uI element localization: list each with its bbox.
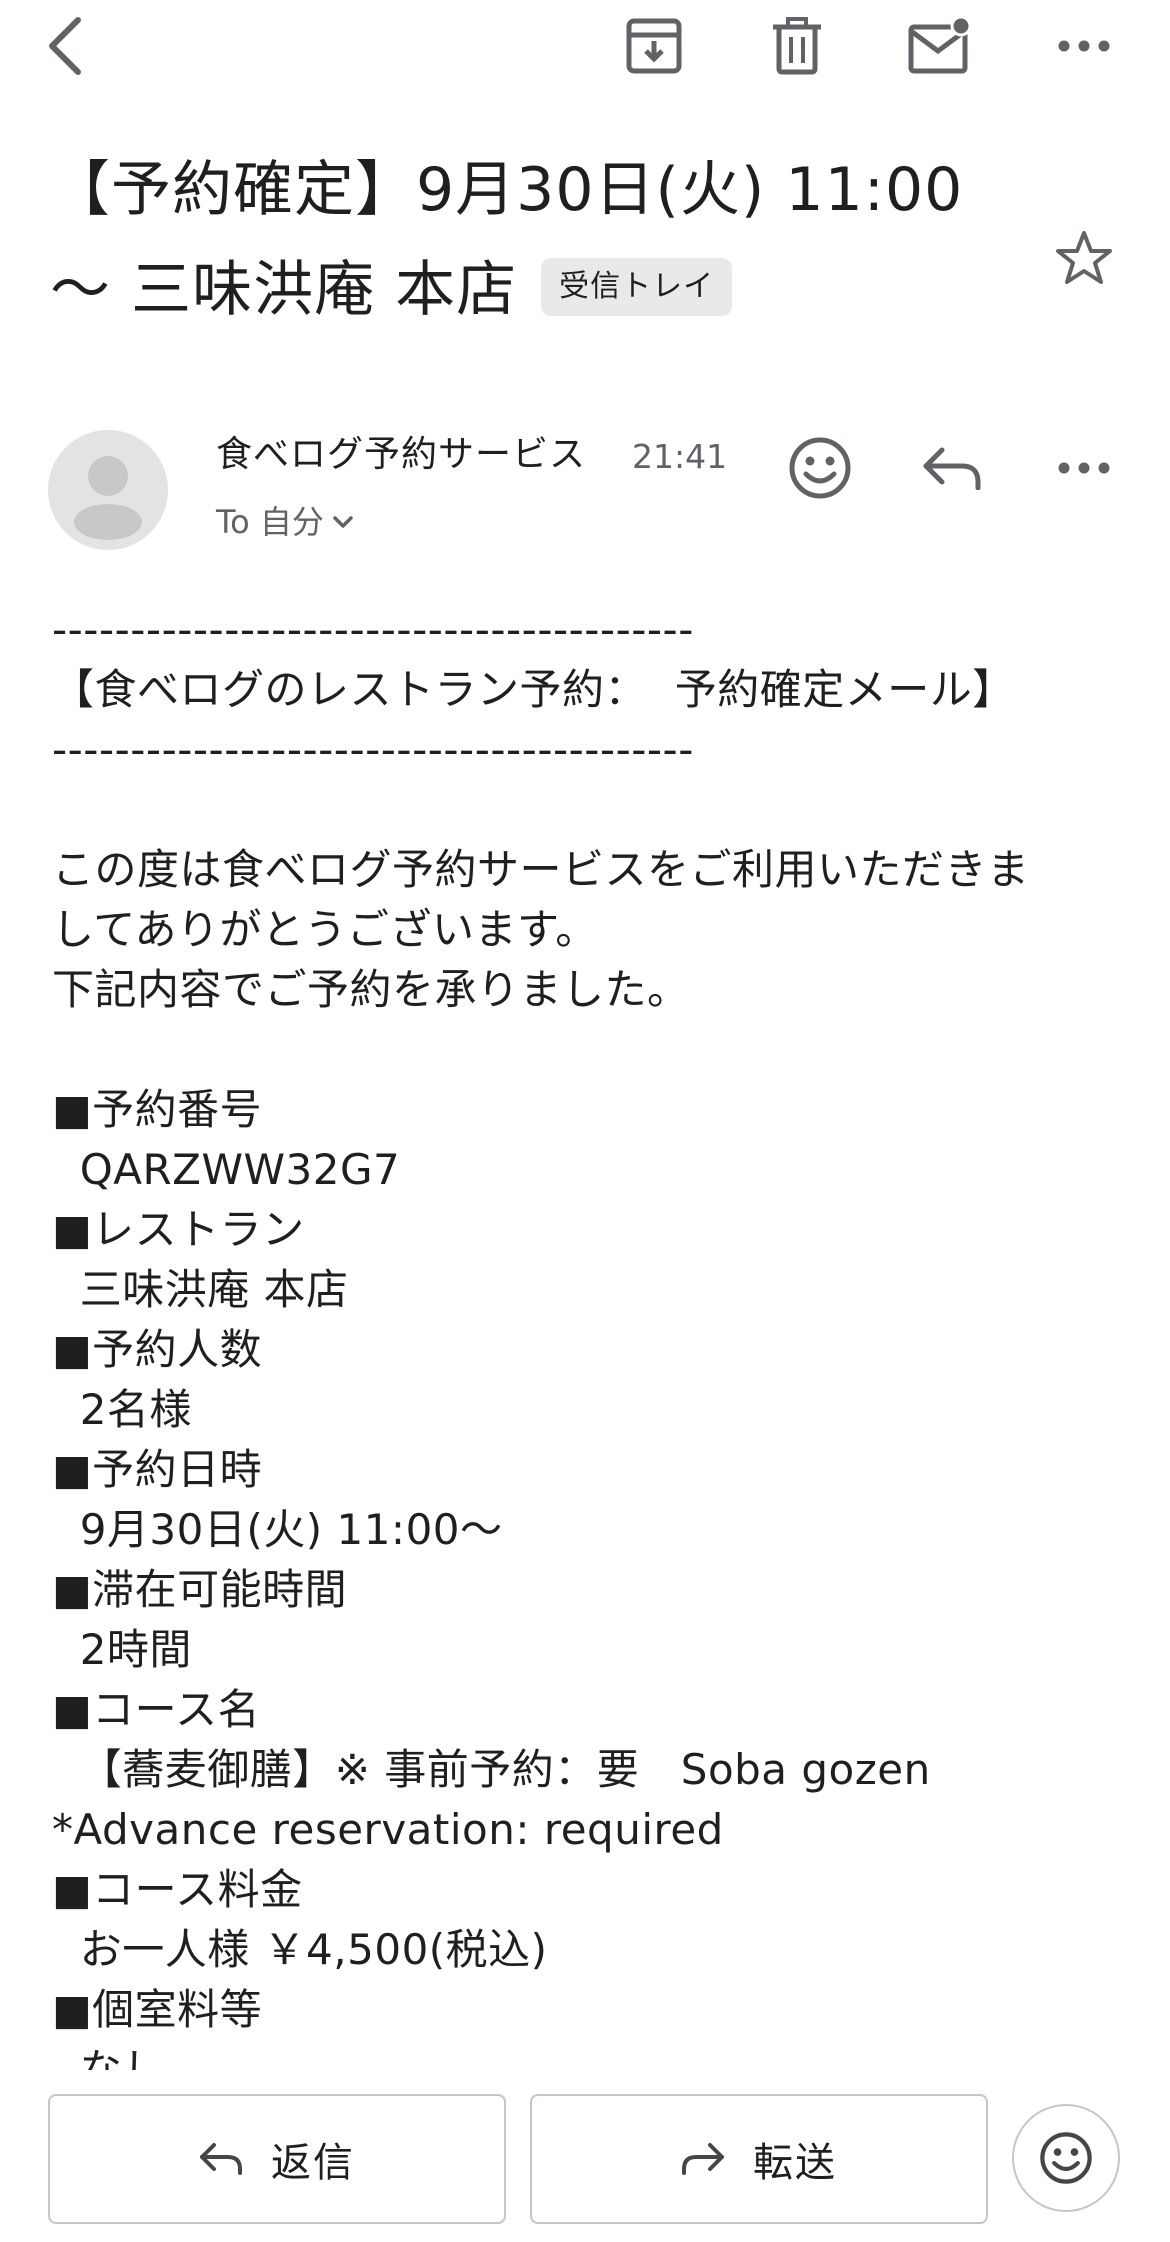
more-horizontal-icon [1058, 462, 1110, 474]
recipient-label: To 自分 [216, 503, 324, 541]
recipient-toggle[interactable]: To 自分 [216, 496, 354, 548]
star-button[interactable] [1048, 222, 1120, 294]
reply-icon [200, 2143, 242, 2175]
more-horizontal-icon [1058, 40, 1110, 52]
archive-button[interactable] [618, 10, 690, 82]
add-reaction-button[interactable] [780, 428, 860, 508]
more-options-button[interactable] [1048, 10, 1120, 82]
sender-name[interactable]: 食べログ予約サービス [216, 428, 586, 482]
forward-icon [682, 2143, 724, 2175]
chevron-down-icon [332, 515, 354, 529]
archive-icon [626, 18, 682, 74]
message-more-button[interactable] [1044, 428, 1124, 508]
emoji-reaction-button[interactable] [1012, 2104, 1120, 2212]
subject-title: 【予約確定】9月30日(火) 11:00 〜 三味洪庵 本店 [50, 155, 964, 325]
emoji-icon [1040, 2132, 1092, 2184]
reply-label: 返信 [271, 2140, 355, 2186]
sender-avatar[interactable] [48, 430, 168, 550]
back-button[interactable] [30, 10, 102, 82]
received-time: 21:41 [632, 437, 728, 476]
email-subject: 【予約確定】9月30日(火) 11:00 〜 三味洪庵 本店 受信トレイ [50, 140, 1010, 340]
forward-button[interactable]: 転送 [530, 2094, 988, 2224]
back-arrow-icon [49, 17, 81, 75]
person-icon [74, 456, 142, 540]
mail-unread-icon [908, 17, 972, 74]
reply-button[interactable]: 返信 [48, 2094, 506, 2224]
star-icon [1056, 231, 1112, 284]
mark-unread-button[interactable] [904, 10, 976, 82]
reply-icon [923, 447, 981, 490]
inbox-label-chip[interactable]: 受信トレイ [541, 258, 733, 317]
email-body: ----------------------------------------… [52, 605, 1030, 2070]
top-toolbar [0, 0, 1170, 96]
delete-button[interactable] [761, 10, 833, 82]
forward-label: 転送 [753, 2140, 837, 2186]
trash-icon [773, 17, 821, 75]
emoji-icon [789, 437, 851, 499]
reply-icon-button[interactable] [912, 428, 992, 508]
